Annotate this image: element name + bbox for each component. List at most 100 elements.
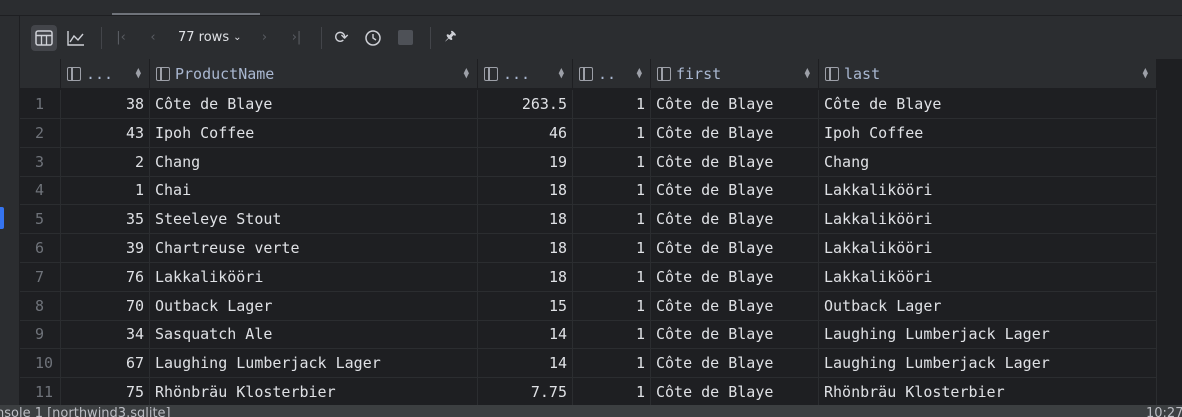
cell-c3[interactable]: 263.5 bbox=[478, 90, 573, 118]
table-row[interactable]: 1 38 Côte de Blaye 263.5 1 Côte de Blaye Côte … bbox=[20, 90, 1157, 119]
next-page-button[interactable]: › bbox=[251, 25, 277, 51]
cell-c1[interactable]: 34 bbox=[61, 320, 150, 349]
cell-first[interactable]: Côte de Blaye bbox=[651, 205, 819, 234]
table-row[interactable]: 5 35 Steeleye Stout 18 1 Côte de Blaye Lakkali… bbox=[20, 205, 1157, 235]
cell-c3[interactable]: 18 bbox=[478, 234, 573, 262]
cell-last[interactable]: Laughing Lumberjack Lager bbox=[819, 349, 1157, 378]
cell-first[interactable]: Côte de Blaye bbox=[651, 320, 819, 349]
table-row[interactable]: 9 34 Sasquatch Ale 14 1 Côte de Blaye Laughing… bbox=[20, 320, 1157, 350]
row-number[interactable]: 6 bbox=[20, 234, 61, 262]
cell-c4[interactable]: 1 bbox=[573, 147, 651, 176]
cell-last[interactable]: Ipoh Coffee bbox=[819, 118, 1157, 147]
cell-c1[interactable]: 75 bbox=[61, 378, 150, 405]
cell-c2[interactable]: Chai bbox=[150, 176, 478, 205]
cell-c2[interactable]: Steeleye Stout bbox=[150, 205, 478, 234]
cell-first[interactable]: Côte de Blaye bbox=[651, 147, 819, 176]
cell-last[interactable]: Laughing Lumberjack Lager bbox=[819, 320, 1157, 349]
column-header-last[interactable]: last ▲ ▼ bbox=[819, 59, 1157, 89]
cell-last[interactable]: Lakkalikööri bbox=[819, 262, 1157, 291]
cell-last[interactable]: Lakkalikööri bbox=[819, 234, 1157, 262]
sort-icon[interactable]: ▲ ▼ bbox=[136, 66, 141, 80]
cell-first[interactable]: Côte de Blaye bbox=[651, 349, 819, 378]
cell-first[interactable]: Côte de Blaye bbox=[651, 262, 819, 291]
cell-c4[interactable]: 1 bbox=[573, 176, 651, 205]
cell-last[interactable]: Chang bbox=[819, 147, 1157, 176]
cell-c2[interactable]: Chartreuse verte bbox=[150, 234, 478, 262]
cell-first[interactable]: Côte de Blaye bbox=[651, 378, 819, 405]
cell-c4[interactable]: 1 bbox=[573, 291, 651, 320]
pin-button[interactable]: 🖈 bbox=[437, 25, 463, 51]
cell-c3[interactable]: 19 bbox=[478, 147, 573, 176]
cell-c1[interactable]: 2 bbox=[61, 147, 150, 176]
cell-c3[interactable]: 18 bbox=[478, 176, 573, 205]
cell-c2[interactable]: Chang bbox=[150, 147, 478, 176]
cell-c3[interactable]: 15 bbox=[478, 291, 573, 320]
cell-c2[interactable]: Ipoh Coffee bbox=[150, 118, 478, 147]
column-header-4[interactable]: .. ▲ ▼ bbox=[573, 59, 651, 89]
cell-c2[interactable]: Sasquatch Ale bbox=[150, 320, 478, 349]
cell-first[interactable]: Côte de Blaye bbox=[651, 90, 819, 118]
first-page-button[interactable]: |‹ bbox=[108, 25, 134, 51]
sort-icon[interactable]: ▲ ▼ bbox=[1143, 66, 1148, 80]
refresh-button[interactable]: ⟳ bbox=[328, 25, 354, 51]
cell-last[interactable]: Côte de Blaye bbox=[819, 90, 1157, 118]
history-button[interactable] bbox=[360, 25, 386, 51]
cell-c3[interactable]: 7.75 bbox=[478, 378, 573, 405]
status-console-label[interactable]: nsole 1 [northwind3.sqlite] bbox=[0, 406, 171, 417]
cell-c4[interactable]: 1 bbox=[573, 205, 651, 234]
cell-c2[interactable]: Côte de Blaye bbox=[150, 90, 478, 118]
cell-c1[interactable]: 39 bbox=[61, 234, 150, 262]
row-number[interactable]: 2 bbox=[20, 118, 61, 147]
stop-button[interactable] bbox=[392, 25, 418, 51]
rows-count-dropdown[interactable]: 77 rows ⌄ bbox=[178, 30, 241, 45]
cell-c4[interactable]: 1 bbox=[573, 320, 651, 349]
row-number[interactable]: 3 bbox=[20, 147, 61, 176]
cell-c4[interactable]: 1 bbox=[573, 234, 651, 262]
cell-first[interactable]: Côte de Blaye bbox=[651, 234, 819, 262]
cell-c1[interactable]: 76 bbox=[61, 262, 150, 291]
cell-c3[interactable]: 14 bbox=[478, 320, 573, 349]
cell-c2[interactable]: Laughing Lumberjack Lager bbox=[150, 349, 478, 378]
cell-c3[interactable]: 46 bbox=[478, 118, 573, 147]
cell-c1[interactable]: 1 bbox=[61, 176, 150, 205]
cell-c4[interactable]: 1 bbox=[573, 349, 651, 378]
cell-c2[interactable]: Lakkalikööri bbox=[150, 262, 478, 291]
table-row[interactable]: 10 67 Laughing Lumberjack Lager 14 1 Côte de … bbox=[20, 349, 1157, 379]
cell-first[interactable]: Côte de Blaye bbox=[651, 118, 819, 147]
column-header-1[interactable]: ... ▲ ▼ bbox=[61, 59, 150, 89]
cell-last[interactable]: Lakkalikööri bbox=[819, 176, 1157, 205]
sort-icon[interactable]: ▲ ▼ bbox=[559, 66, 564, 80]
sort-icon[interactable]: ▲ ▼ bbox=[637, 66, 642, 80]
row-number[interactable]: 11 bbox=[20, 378, 61, 405]
cell-c4[interactable]: 1 bbox=[573, 378, 651, 405]
cell-c1[interactable]: 67 bbox=[61, 349, 150, 378]
chart-view-button[interactable] bbox=[63, 25, 89, 51]
table-row[interactable]: 2 43 Ipoh Coffee 46 1 Côte de Blaye Ipoh Coffe… bbox=[20, 118, 1157, 148]
table-view-button[interactable] bbox=[31, 24, 57, 51]
cell-c3[interactable]: 14 bbox=[478, 349, 573, 378]
cell-c4[interactable]: 1 bbox=[573, 90, 651, 118]
row-number[interactable]: 9 bbox=[20, 320, 61, 349]
cell-c1[interactable]: 38 bbox=[61, 90, 150, 118]
last-page-button[interactable]: ›| bbox=[283, 25, 309, 51]
cell-first[interactable]: Côte de Blaye bbox=[651, 291, 819, 320]
cell-c2[interactable]: Outback Lager bbox=[150, 291, 478, 320]
cell-first[interactable]: Côte de Blaye bbox=[651, 176, 819, 205]
cell-c1[interactable]: 70 bbox=[61, 291, 150, 320]
row-number[interactable]: 10 bbox=[20, 349, 61, 378]
table-row[interactable]: 8 70 Outback Lager 15 1 Côte de Blaye Outback … bbox=[20, 291, 1157, 321]
row-number[interactable]: 1 bbox=[20, 90, 61, 118]
table-row[interactable]: 11 75 Rhönbräu Klosterbier 7.75 1 Côte de Bla… bbox=[20, 378, 1157, 405]
cell-last[interactable]: Rhönbräu Klosterbier bbox=[819, 378, 1157, 405]
table-row[interactable]: 3 2 Chang 19 1 Côte de Blaye Chang bbox=[20, 147, 1157, 177]
row-number[interactable]: 4 bbox=[20, 176, 61, 205]
cell-c4[interactable]: 1 bbox=[573, 118, 651, 147]
cell-c3[interactable]: 18 bbox=[478, 205, 573, 234]
row-number[interactable]: 8 bbox=[20, 291, 61, 320]
table-row[interactable]: 6 39 Chartreuse verte 18 1 Côte de Blaye Lakka… bbox=[20, 234, 1157, 263]
column-header-3[interactable]: ... ▲ ▼ bbox=[478, 59, 573, 89]
row-number[interactable]: 7 bbox=[20, 262, 61, 291]
cell-c2[interactable]: Rhönbräu Klosterbier bbox=[150, 378, 478, 405]
sort-icon[interactable]: ▲ ▼ bbox=[464, 66, 469, 80]
sort-icon[interactable]: ▲ ▼ bbox=[805, 66, 810, 80]
